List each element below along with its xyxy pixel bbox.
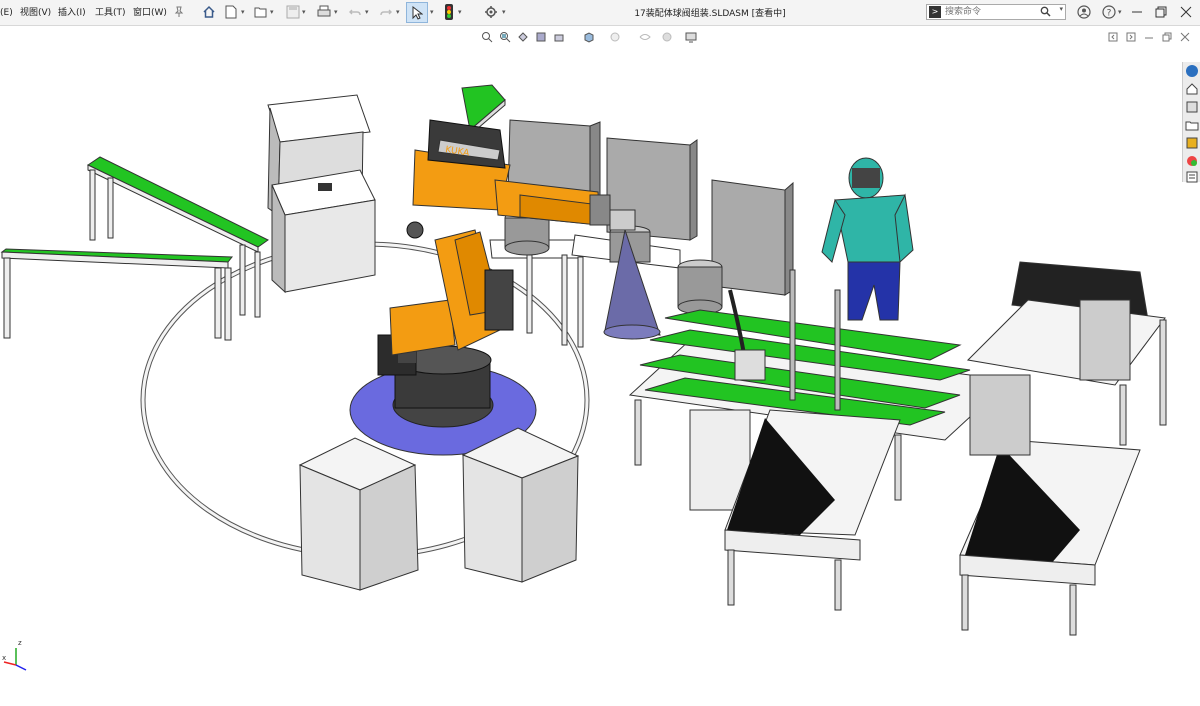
undo-icon[interactable] [346, 3, 364, 21]
save-caret-icon[interactable]: ▾ [302, 8, 306, 16]
menu-view[interactable]: 视图(V) [20, 5, 51, 21]
close-icon[interactable] [1177, 3, 1195, 21]
previous-view-icon[interactable] [516, 30, 530, 44]
zoom-to-fit-icon[interactable] [480, 30, 494, 44]
settings-caret-icon[interactable]: ▾ [502, 8, 506, 16]
new-document-icon[interactable] [222, 3, 240, 21]
view-palette-icon[interactable] [1185, 136, 1199, 150]
select-caret-icon[interactable]: ▾ [430, 8, 434, 16]
search-caret-icon[interactable]: ▾ [1059, 5, 1063, 13]
open-icon[interactable] [252, 3, 270, 21]
front-box-left [298, 437, 419, 591]
help-icon[interactable]: ? [1100, 3, 1118, 21]
coordinate-triad: z x [2, 639, 27, 671]
expand-panel-icon[interactable] [1126, 32, 1138, 44]
menu-insert[interactable]: 插入(I) [58, 5, 86, 21]
redo-icon[interactable] [377, 3, 395, 21]
task-pane [1182, 62, 1200, 184]
home-icon[interactable] [200, 3, 218, 21]
new-caret-icon[interactable]: ▾ [241, 8, 245, 16]
print-icon[interactable] [315, 3, 333, 21]
section-view-icon[interactable] [534, 30, 548, 44]
command-prompt-icon: > [929, 6, 941, 18]
save-icon[interactable] [284, 3, 302, 21]
hopper-unit-bottom-middle [724, 409, 901, 611]
undo-caret-icon[interactable]: ▾ [365, 8, 369, 16]
dynamic-annotation-icon[interactable] [552, 30, 566, 44]
appearances-icon[interactable] [1185, 154, 1199, 168]
viewport-restore-icon[interactable] [1162, 32, 1174, 44]
viewport-minimize-icon[interactable] [1144, 32, 1156, 44]
traffic-light-icon[interactable] [440, 3, 458, 21]
zoom-to-area-icon[interactable] [498, 30, 512, 44]
title-bar: (E) 视图(V) 插入(I) 工具(T) 窗口(W) ▾ ▾ ▾ ▾ ▾ ▾ … [0, 0, 1200, 26]
menu-window[interactable]: 窗口(W) [133, 5, 167, 21]
search-icon[interactable] [1040, 6, 1051, 20]
axis-z-label: z [18, 639, 22, 647]
traffic-caret-icon[interactable]: ▾ [458, 8, 462, 16]
search-box[interactable]: > ▾ [926, 4, 1066, 20]
assembly-scene: KUKA z x [0, 84, 1167, 671]
pin-icon[interactable] [170, 3, 188, 21]
solidworks-resources-icon[interactable] [1185, 64, 1199, 78]
view-orientation-icon[interactable] [582, 30, 596, 44]
menu-tools[interactable]: 工具(T) [95, 5, 126, 21]
folder-icon[interactable] [1185, 118, 1199, 132]
restore-icon[interactable] [1152, 3, 1170, 21]
user-icon[interactable] [1075, 3, 1093, 21]
search-input[interactable] [945, 6, 1045, 18]
control-cabinet-left [267, 94, 376, 294]
edit-appearance-icon[interactable] [660, 30, 674, 44]
collapse-panel-icon[interactable] [1108, 32, 1120, 44]
help-caret-icon[interactable]: ▾ [1118, 8, 1122, 16]
print-caret-icon[interactable]: ▾ [334, 8, 338, 16]
left-conveyor-upper [86, 156, 269, 318]
axis-x-label: x [2, 654, 6, 662]
hopper-unit-bottom-right [959, 374, 1141, 636]
display-style-icon[interactable] [608, 30, 622, 44]
viewport-close-icon[interactable] [1180, 32, 1192, 44]
hide-show-items-icon[interactable] [638, 30, 652, 44]
file-explorer-icon[interactable] [1185, 100, 1199, 114]
svg-text:?: ? [1107, 9, 1112, 19]
menu-partial-edit[interactable]: (E) [0, 5, 13, 21]
front-box-right [461, 427, 580, 583]
display-monitor-icon[interactable] [684, 30, 698, 44]
open-caret-icon[interactable]: ▾ [270, 8, 274, 16]
custom-properties-icon[interactable] [1185, 170, 1199, 184]
settings-gear-icon[interactable] [482, 3, 500, 21]
machine-box-3 [711, 179, 786, 296]
minimize-icon[interactable] [1128, 3, 1146, 21]
redo-caret-icon[interactable]: ▾ [396, 8, 400, 16]
document-title: 17装配体球阀组装.SLDASM [查看中] [634, 9, 786, 19]
graphics-viewport[interactable]: KUKA z x [0, 26, 1200, 706]
design-library-icon[interactable] [1185, 82, 1199, 96]
select-cursor-icon[interactable] [406, 2, 428, 23]
